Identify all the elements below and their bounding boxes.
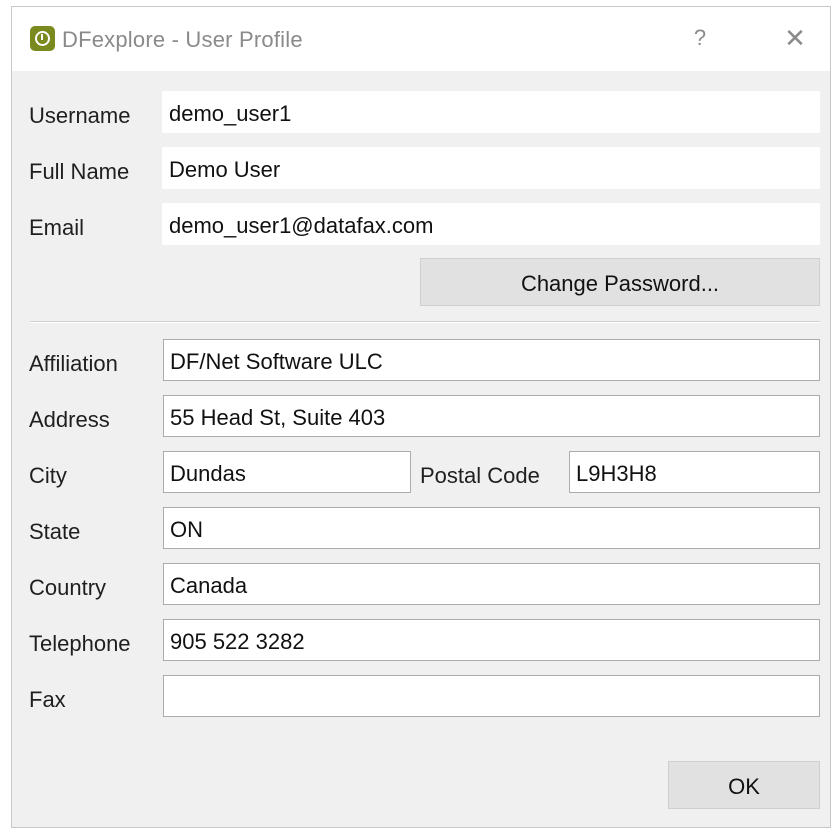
fax-field[interactable] — [163, 675, 820, 717]
username-label: Username — [29, 103, 131, 128]
address-label: Address — [29, 407, 110, 432]
dfexplore-app-icon — [30, 26, 55, 51]
help-button[interactable]: ? — [688, 25, 712, 55]
section-divider — [30, 321, 820, 323]
fax-label: Fax — [29, 687, 66, 712]
title-bar: DFexplore - User Profile ? ✕ — [12, 7, 830, 71]
affiliation-label: Affiliation — [29, 351, 118, 376]
user-profile-dialog: DFexplore - User Profile ? ✕ Username de… — [11, 6, 831, 828]
state-field[interactable]: ON — [163, 507, 820, 549]
telephone-label: Telephone — [29, 631, 131, 656]
close-button[interactable]: ✕ — [780, 23, 810, 53]
address-field[interactable]: 55 Head St, Suite 403 — [163, 395, 820, 437]
username-field[interactable]: demo_user1 — [162, 91, 820, 133]
full-name-field[interactable]: Demo User — [162, 147, 820, 189]
state-label: State — [29, 519, 81, 544]
city-field[interactable]: Dundas — [163, 451, 411, 493]
affiliation-field[interactable]: DF/Net Software ULC — [163, 339, 820, 381]
full-name-label: Full Name — [29, 159, 130, 184]
change-password-button[interactable]: Change Password... — [420, 258, 820, 306]
postal-code-field[interactable]: L9H3H8 — [569, 451, 820, 493]
country-field[interactable]: Canada — [163, 563, 820, 605]
city-label: City — [29, 463, 67, 488]
ok-button[interactable]: OK — [668, 761, 820, 809]
email-field[interactable]: demo_user1@datafax.com — [162, 203, 820, 245]
telephone-field[interactable]: 905 522 3282 — [163, 619, 820, 661]
window-title: DFexplore - User Profile — [62, 27, 303, 52]
email-label: Email — [29, 215, 85, 240]
country-label: Country — [29, 575, 107, 600]
postal-code-label: Postal Code — [420, 463, 540, 488]
